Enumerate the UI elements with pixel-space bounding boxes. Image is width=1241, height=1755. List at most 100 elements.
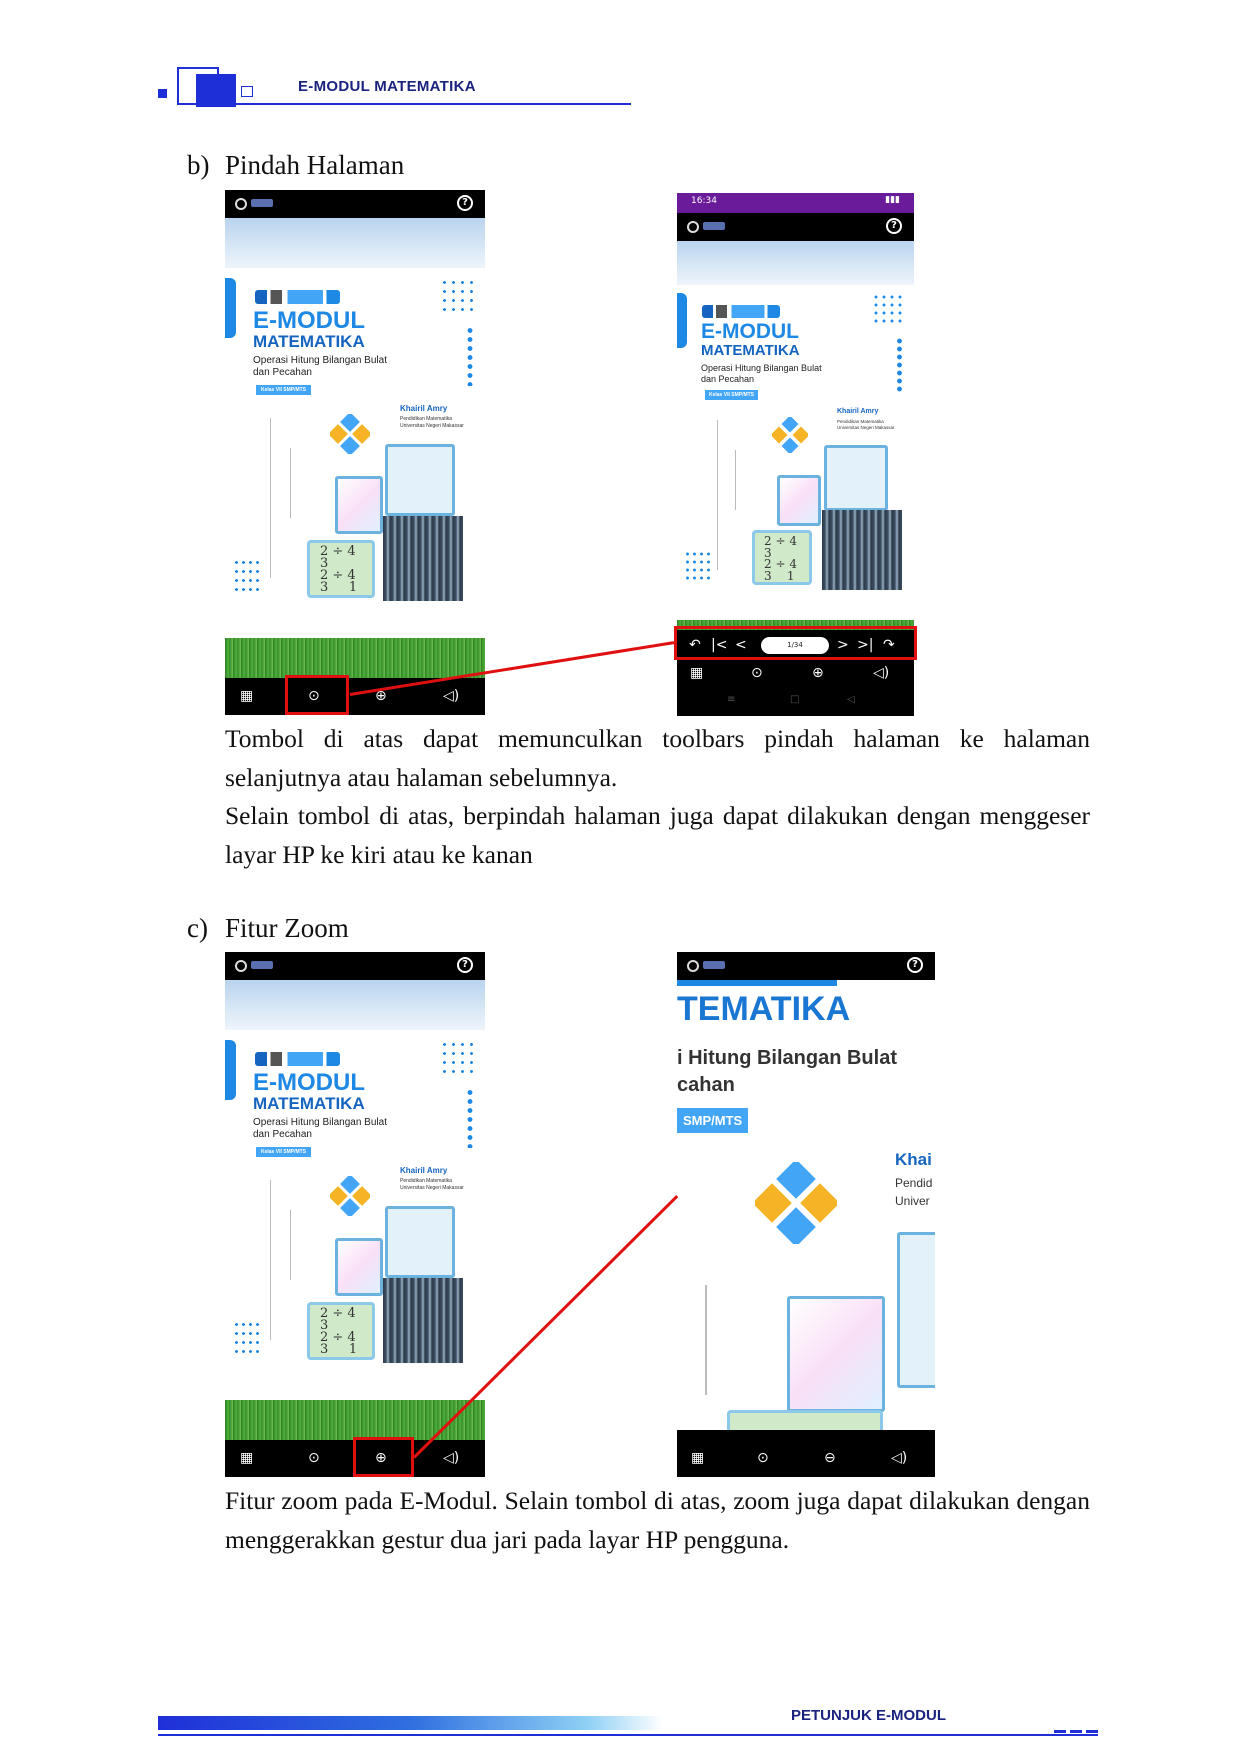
cover-author-univ: Universitas Negeri Makassar <box>400 423 464 429</box>
cover-logos <box>255 290 340 304</box>
book-thumbnail <box>385 444 455 516</box>
fraction-card: 2 ÷ 432 ÷ 43 1 <box>752 530 812 585</box>
cover-dot-column <box>465 1088 475 1148</box>
cover-stripe <box>225 278 236 338</box>
app-logo-text <box>251 199 273 207</box>
footer-decoration <box>1070 1730 1082 1733</box>
cover-dot-pattern <box>233 558 261 594</box>
sound-icon[interactable]: ◁) <box>443 1451 459 1465</box>
book-thumbnail <box>824 445 888 511</box>
cover-dot-column <box>465 326 475 386</box>
page-navigation-icon[interactable]: ⊙ <box>751 666 763 680</box>
highlight-zoom-button <box>353 1437 414 1477</box>
phone-screenshot-cover: ? E-MODUL MATEMATIKA Operasi Hitung Bila… <box>225 190 485 715</box>
help-icon[interactable]: ? <box>457 957 473 973</box>
building-photo <box>822 510 902 590</box>
page-navigation-icon[interactable]: ⊙ <box>757 1451 769 1465</box>
cover-author: Khairil Amry <box>400 404 448 413</box>
fraction-card: 2 ÷ 432 ÷ 43 1 <box>307 1302 375 1360</box>
app-top-bar: ? <box>225 952 485 980</box>
sound-icon[interactable]: ◁) <box>873 666 889 680</box>
cover-title-line1: E-MODUL <box>253 307 365 334</box>
cover-badge: Kelas VII SMP/MTS <box>705 390 759 400</box>
highlight-page-nav-button <box>285 675 349 715</box>
page-navigation-icon[interactable]: ⊙ <box>308 1451 320 1465</box>
footer-rule <box>158 1734 1098 1736</box>
cover-graph-line <box>290 1210 291 1280</box>
zoomed-badge: SMP/MTS <box>677 1108 749 1133</box>
android-status-bar: 16:34 ▮▮▮ <box>677 193 914 213</box>
cover-sky <box>677 241 914 285</box>
header-decoration <box>241 86 253 97</box>
cover-author-univ: Universitas Negeri Makassar <box>400 1185 464 1191</box>
android-menu-icon[interactable]: ≡ <box>727 694 735 705</box>
cover-grass <box>225 1400 485 1440</box>
book-thumbnail <box>385 1206 455 1278</box>
cover-subtitle-line1: Operasi Hitung Bilangan Bulat <box>701 363 822 373</box>
book-thumbnail <box>897 1232 935 1388</box>
fraction-card <box>727 1410 883 1430</box>
phone-screenshot-zoomed: ? TEMATIKA i Hitung Bilangan Bulat cahan… <box>677 952 935 1477</box>
cover-dot-pattern <box>872 293 906 327</box>
grid-icon[interactable]: ▦ <box>240 689 253 703</box>
highlight-navigation-toolbar <box>674 626 917 660</box>
numbers-card <box>777 475 821 526</box>
cover-author-dept: Pendidikan Matematika <box>400 1178 452 1184</box>
sound-icon[interactable]: ◁) <box>443 689 459 703</box>
help-icon[interactable]: ? <box>886 218 902 234</box>
cover-subtitle-line2: dan Pecahan <box>701 374 755 384</box>
cover-title-line1: E-MODUL <box>701 320 799 343</box>
zoomed-subtitle-line1: i Hitung Bilangan Bulat <box>677 1047 897 1069</box>
zoom-in-icon[interactable]: ⊕ <box>812 666 824 680</box>
header-title: E-MODUL MATEMATIKA <box>298 78 476 95</box>
zoomed-subtitle-line2: cahan <box>677 1074 735 1096</box>
zoomed-author-dept: Pendid <box>895 1176 933 1190</box>
app-logo-icon <box>687 960 699 972</box>
footer-title: PETUNJUK E-MODUL <box>791 1707 947 1724</box>
cover-graph-line <box>717 420 718 570</box>
footer-decoration <box>1054 1730 1066 1733</box>
cover-author-univ: Universitas Negeri Makassar <box>837 425 895 430</box>
cover-badge: Kelas VII SMP/MTS <box>256 1147 312 1157</box>
cover-stripe <box>225 1040 236 1100</box>
zoomed-cover-page: TEMATIKA i Hitung Bilangan Bulat cahan S… <box>677 980 935 1430</box>
cover-badge: Kelas VII SMP/MTS <box>256 385 312 395</box>
cover-logos <box>255 1052 340 1066</box>
sound-icon[interactable]: ◁) <box>891 1451 907 1465</box>
header-decoration <box>158 89 167 98</box>
help-icon[interactable]: ? <box>457 195 473 211</box>
cover-grass <box>225 638 485 678</box>
numbers-card <box>787 1296 885 1412</box>
help-icon[interactable]: ? <box>907 957 923 973</box>
math-operators-icon <box>330 1176 370 1216</box>
zoomed-title: TEMATIKA <box>677 990 851 1028</box>
cover-page: E-MODUL MATEMATIKA Operasi Hitung Bilang… <box>225 268 485 638</box>
app-logo-icon <box>235 198 247 210</box>
section-c-paragraph1: Fitur zoom pada E-Modul. Selain tombol d… <box>225 1486 1090 1554</box>
zoomed-author: Khai <box>895 1150 932 1169</box>
cover-author-dept: Pendidikan Matematika <box>837 419 884 424</box>
cover-page: E-MODUL MATEMATIKA Operasi Hitung Bilang… <box>677 285 914 620</box>
header-rule <box>236 103 631 105</box>
cover-dot-pattern <box>440 278 476 314</box>
android-home-icon[interactable]: □ <box>790 694 799 705</box>
grid-icon[interactable]: ▦ <box>240 1451 253 1465</box>
footer-decoration <box>158 1716 663 1730</box>
cover-author: Khairil Amry <box>837 408 879 415</box>
zoomed-title-remnant <box>677 980 837 986</box>
app-logo-icon <box>687 221 699 233</box>
app-top-bar: ? <box>677 213 914 241</box>
cover-stripe <box>677 293 687 348</box>
app-top-bar: ? <box>677 952 935 980</box>
status-time: 16:34 <box>691 196 717 206</box>
app-logo-icon <box>235 960 247 972</box>
app-bottom-bar: ▦ ⊙ ⊕ ◁) <box>225 678 485 715</box>
app-bottom-bar: ▦ ⊙ ⊕ ◁) ≡ □ ◁ <box>677 660 914 716</box>
math-operators-icon <box>330 414 370 454</box>
building-photo <box>383 1278 463 1363</box>
zoom-out-icon[interactable]: ⊖ <box>824 1451 836 1465</box>
grid-icon[interactable]: ▦ <box>690 666 703 680</box>
grid-icon[interactable]: ▦ <box>691 1451 704 1465</box>
fraction-card: 2 ÷ 432 ÷ 43 1 <box>307 540 375 598</box>
android-back-icon[interactable]: ◁ <box>847 694 855 705</box>
